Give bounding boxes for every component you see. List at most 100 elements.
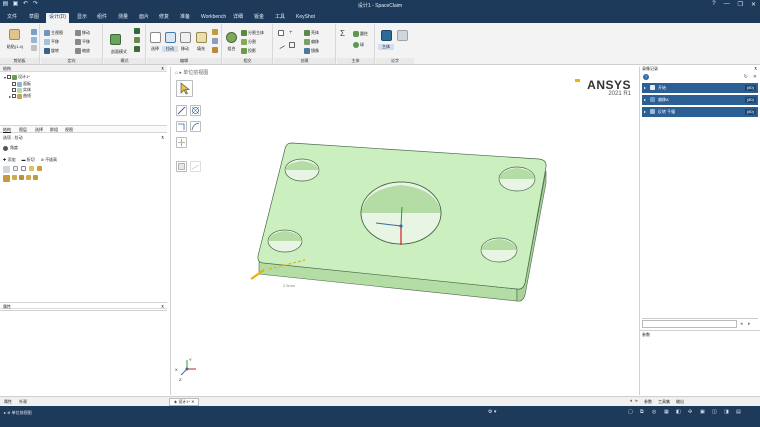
- status-display-icon[interactable]: ◨: [724, 409, 729, 415]
- tab-keyshot[interactable]: KeyShot: [293, 13, 318, 23]
- select-icon[interactable]: [150, 32, 161, 43]
- fill-button[interactable]: 填充: [193, 46, 209, 52]
- split-body-button[interactable]: 分割主体: [241, 30, 264, 36]
- close-tab-icon[interactable]: ✕: [191, 399, 194, 404]
- zoom-view-button[interactable]: 缩放: [75, 48, 90, 54]
- delete-icon[interactable]: ✕: [753, 74, 757, 80]
- status-view-icon[interactable]: ◎: [652, 409, 656, 415]
- section-mode-button[interactable]: 剖面模式: [106, 49, 132, 55]
- section-mode-icon[interactable]: [110, 34, 121, 45]
- project-button[interactable]: 投影: [241, 48, 256, 54]
- rotate-view-button[interactable]: 旋转: [44, 48, 59, 54]
- status-settings-icon[interactable]: ⚙ ▾: [488, 409, 496, 415]
- tree-checkbox[interactable]: [12, 82, 16, 86]
- split-button[interactable]: 分割: [241, 39, 256, 45]
- mirror-button[interactable]: 镜像: [304, 48, 319, 54]
- paste-icon[interactable]: [9, 29, 20, 40]
- tab-properties[interactable]: 属性: [4, 399, 12, 405]
- tab-scroll-left-icon[interactable]: ◂: [629, 398, 632, 404]
- expand-icon[interactable]: ▸: [9, 94, 11, 99]
- plane-icon[interactable]: [278, 30, 284, 36]
- blend-icon[interactable]: [212, 29, 218, 35]
- status-lock-icon[interactable]: ▣: [700, 409, 705, 415]
- tree-checkbox[interactable]: [7, 75, 12, 79]
- tab-detail[interactable]: 详细: [230, 13, 246, 23]
- tab-sheetmetal[interactable]: 钣金: [251, 13, 267, 23]
- shell-button[interactable]: 壳体: [304, 30, 319, 36]
- pin-icon[interactable]: ⊼: [161, 134, 164, 141]
- select-button[interactable]: 选择: [147, 46, 163, 52]
- tab-measure[interactable]: 测量: [115, 13, 131, 23]
- option-no-merge[interactable]: ⊘ 不拔高: [41, 157, 57, 163]
- minimize-button[interactable]: —: [724, 1, 730, 8]
- tab-appearance[interactable]: 外观: [19, 399, 27, 405]
- move-view-button[interactable]: 移动: [75, 30, 90, 36]
- combine-button[interactable]: 组合: [223, 46, 240, 52]
- tab-facets[interactable]: 面片: [136, 13, 152, 23]
- collapse-icon[interactable]: ▾: [4, 75, 6, 80]
- tab-output[interactable]: 输出: [676, 399, 684, 405]
- equation-icon[interactable]: Σ: [340, 29, 345, 38]
- tab-file[interactable]: 文件: [4, 13, 20, 23]
- prev-icon[interactable]: ◂: [740, 321, 743, 327]
- sketch-mode-icon[interactable]: [134, 28, 140, 34]
- tab-tools[interactable]: 工具: [272, 13, 288, 23]
- tree-item-curves[interactable]: ▸ 曲线: [9, 93, 31, 99]
- status-snap-icon[interactable]: ✣: [688, 409, 692, 415]
- status-layer-icon[interactable]: ◧: [676, 409, 681, 415]
- blend-icon[interactable]: [33, 175, 38, 180]
- move-tool-button[interactable]: 移动: [177, 46, 193, 52]
- status-measure-icon[interactable]: ◫: [712, 409, 717, 415]
- tree-checkbox[interactable]: [12, 88, 16, 92]
- next-icon[interactable]: ▸: [748, 321, 751, 327]
- loft-icon[interactable]: [37, 166, 42, 171]
- cad-model[interactable]: [171, 67, 641, 395]
- tab-sketch[interactable]: 草图: [26, 13, 42, 23]
- subtab-layers[interactable]: 图层: [19, 127, 27, 133]
- tab-repair[interactable]: 修复: [156, 13, 172, 23]
- revolve-icon[interactable]: [12, 175, 17, 180]
- pin-icon[interactable]: ⊼: [161, 303, 164, 310]
- pen-icon[interactable]: [21, 166, 26, 171]
- expand-icon[interactable]: ▸: [644, 95, 646, 105]
- pull-origin[interactable]: [399, 224, 403, 228]
- component-icon[interactable]: [397, 30, 408, 41]
- option-cut[interactable]: ▬ 折切: [21, 157, 34, 163]
- subtab-selection[interactable]: 选择: [35, 127, 43, 133]
- combine-icon[interactable]: [226, 32, 237, 43]
- subtab-structure[interactable]: 结构: [3, 127, 11, 133]
- body-icon[interactable]: [381, 30, 392, 41]
- expand-icon[interactable]: ▸: [644, 107, 646, 117]
- copy-icon[interactable]: [31, 37, 37, 43]
- tab-workbench[interactable]: Workbench: [198, 13, 229, 23]
- tab-toolset[interactable]: 工具集: [658, 399, 670, 405]
- help-icon[interactable]: ?: [712, 1, 715, 8]
- tab-scroll-right-icon[interactable]: ▸: [635, 398, 638, 404]
- pin-icon[interactable]: ⊼: [754, 66, 757, 71]
- pull-button[interactable]: 拉动: [162, 46, 178, 52]
- history-item-offset[interactable]: ▸ 偏移A (80): [642, 95, 758, 105]
- option-add[interactable]: ✚ 添加: [3, 157, 15, 163]
- status-select-icon[interactable]: ▢: [628, 409, 633, 415]
- offset-button[interactable]: 偏移: [304, 39, 319, 45]
- history-item-pull[interactable]: ▸ 反转 千幅 (80): [642, 107, 758, 117]
- subtab-groups[interactable]: 群组: [50, 127, 58, 133]
- point-icon[interactable]: +: [289, 30, 295, 36]
- axis-icon[interactable]: [276, 40, 286, 50]
- paste-button[interactable]: 粘贴(1.4): [2, 44, 28, 50]
- plane-view-button[interactable]: 平移: [44, 39, 59, 45]
- history-input[interactable]: [642, 320, 737, 328]
- ruler-icon[interactable]: [13, 166, 18, 171]
- sweep-icon[interactable]: [19, 175, 24, 180]
- pull-icon[interactable]: [165, 32, 176, 43]
- tab-prepare[interactable]: 准备: [177, 13, 193, 23]
- tab-display[interactable]: 显示: [74, 13, 90, 23]
- tab-design[interactable]: 设计(D): [46, 13, 69, 23]
- 3d-viewport[interactable]: ⌂ ▸ 单位前视图 ANSYS 2021 R1 2.5mm X Y Z: [170, 67, 640, 395]
- tweak-icon[interactable]: [212, 38, 218, 44]
- home-view-button[interactable]: 主视图: [44, 30, 63, 36]
- expand-icon[interactable]: ▸: [644, 83, 646, 93]
- tree-item-design[interactable]: ▾ 设计1*: [4, 74, 30, 80]
- sphere-button[interactable]: 球: [353, 42, 364, 48]
- help-icon[interactable]: ?: [643, 74, 649, 80]
